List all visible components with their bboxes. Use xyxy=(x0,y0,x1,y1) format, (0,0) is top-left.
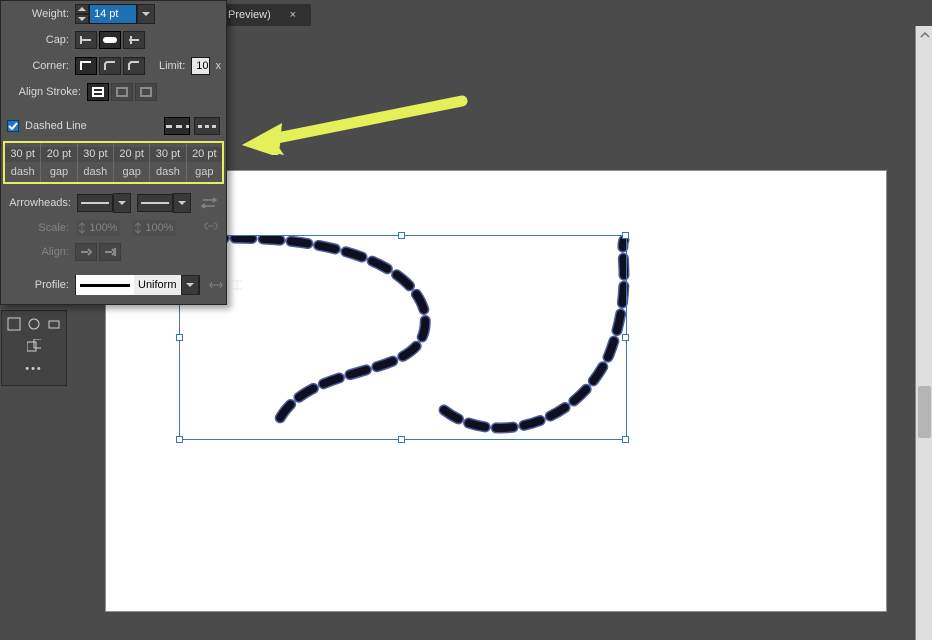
selection-handle[interactable] xyxy=(622,436,629,443)
document-tab-title: Preview) xyxy=(228,9,271,21)
profile-row: Profile: Uniform xyxy=(1,270,226,300)
flip-along-icon xyxy=(208,278,224,292)
panel-icon[interactable] xyxy=(27,317,41,331)
arrowhead-align-row: Align: xyxy=(1,240,226,264)
flip-across-icon xyxy=(230,278,244,292)
weight-label: Weight: xyxy=(7,8,69,20)
arrowhead-start-select[interactable] xyxy=(77,193,131,213)
align-stroke-row: Align Stroke: xyxy=(1,79,226,105)
arrow-align-extend-button xyxy=(75,243,97,261)
selection-bounding-box[interactable] xyxy=(179,235,627,440)
selection-handle[interactable] xyxy=(622,232,629,239)
arrowheads-row: Arrowheads: xyxy=(1,190,226,216)
arrowhead-scale-end: 100% xyxy=(131,219,177,237)
scrollbar-thumb[interactable] xyxy=(918,386,931,438)
corner-miter-button[interactable] xyxy=(75,57,97,75)
dash-gap-cell[interactable]: 20 ptgap xyxy=(186,143,222,182)
limit-label: Limit: xyxy=(159,60,185,72)
dash-gap-cell[interactable]: 30 ptdash xyxy=(77,143,113,182)
align-center-button[interactable] xyxy=(87,83,109,101)
arrowhead-end-select[interactable] xyxy=(137,193,191,213)
selection-handle[interactable] xyxy=(622,334,629,341)
stepper-down-icon[interactable] xyxy=(75,14,89,24)
selection-handle[interactable] xyxy=(398,436,405,443)
arrowhead-scale-row: Scale: 100% 100% xyxy=(1,216,226,240)
link-scale-icon xyxy=(202,219,220,237)
profile-preview xyxy=(76,275,134,295)
limit-x: x xyxy=(216,60,222,72)
corner-row: Corner: Limit: 10 x xyxy=(1,53,226,79)
chevron-down-icon[interactable] xyxy=(113,193,131,213)
document-tab[interactable]: Preview) × xyxy=(218,4,311,26)
arrow-align-label: Align: xyxy=(7,246,69,258)
align-stroke-label: Align Stroke: xyxy=(7,86,81,98)
vertical-scrollbar[interactable] xyxy=(915,26,932,640)
more-icon[interactable]: ••• xyxy=(25,363,43,375)
cap-round-button[interactable] xyxy=(99,31,121,49)
dashed-line-checkbox[interactable] xyxy=(7,120,19,132)
weight-input[interactable]: 14 pt xyxy=(89,4,137,24)
dash-gap-cell[interactable]: 20 ptgap xyxy=(113,143,149,182)
cap-label: Cap: xyxy=(7,34,69,46)
dash-align-ends-button[interactable] xyxy=(194,117,220,135)
cap-row: Cap: xyxy=(1,27,226,53)
dashed-line-row: Dashed Line xyxy=(1,113,226,139)
profile-select[interactable]: Uniform xyxy=(75,275,200,295)
stepper-up-icon[interactable] xyxy=(75,4,89,14)
dash-gap-cell[interactable]: 30 ptdash xyxy=(149,143,185,182)
corner-label: Corner: xyxy=(7,60,69,72)
dash-preserve-exact-button[interactable] xyxy=(164,117,190,135)
miter-limit-input[interactable]: 10 xyxy=(191,57,209,75)
profile-name: Uniform xyxy=(134,275,181,295)
cap-butt-button[interactable] xyxy=(75,31,97,49)
corner-round-button[interactable] xyxy=(99,57,121,75)
dash-gap-table: 30 ptdash 20 ptgap 30 ptdash 20 ptgap 30… xyxy=(3,141,224,184)
arrange-documents-icon[interactable] xyxy=(27,339,41,353)
weight-stepper[interactable]: 14 pt xyxy=(75,4,155,24)
close-icon[interactable]: × xyxy=(285,9,301,21)
align-outside-button[interactable] xyxy=(135,83,157,101)
corner-bevel-button[interactable] xyxy=(123,57,145,75)
annotation-arrow-icon xyxy=(232,95,472,155)
collapsed-panel-dock[interactable]: ••• xyxy=(1,310,67,386)
cap-projecting-button[interactable] xyxy=(123,31,145,49)
profile-label: Profile: xyxy=(7,279,69,291)
dashed-line-label: Dashed Line xyxy=(25,120,87,132)
panel-icon[interactable] xyxy=(7,317,21,331)
weight-row: Weight: 14 pt xyxy=(1,1,226,27)
align-inside-button[interactable] xyxy=(111,83,133,101)
chevron-down-icon[interactable] xyxy=(181,275,199,295)
arrowheads-label: Arrowheads: xyxy=(7,197,71,209)
scroll-up-icon[interactable] xyxy=(916,26,932,43)
weight-dropdown-icon[interactable] xyxy=(137,4,155,24)
selection-handle[interactable] xyxy=(176,436,183,443)
selection-handle[interactable] xyxy=(398,232,405,239)
selection-handle[interactable] xyxy=(176,334,183,341)
chevron-down-icon[interactable] xyxy=(173,193,191,213)
dash-gap-cell[interactable]: 30 ptdash xyxy=(5,143,40,182)
swap-arrowheads-icon xyxy=(200,194,220,212)
arrow-align-tip-button xyxy=(99,243,121,261)
dash-gap-cell[interactable]: 20 ptgap xyxy=(40,143,76,182)
panel-icon[interactable] xyxy=(47,317,61,331)
stroke-panel: Weight: 14 pt Cap: Corner: Limit: 10 x xyxy=(0,0,227,305)
scale-label: Scale: xyxy=(7,222,69,234)
arrowhead-scale-start: 100% xyxy=(75,219,121,237)
